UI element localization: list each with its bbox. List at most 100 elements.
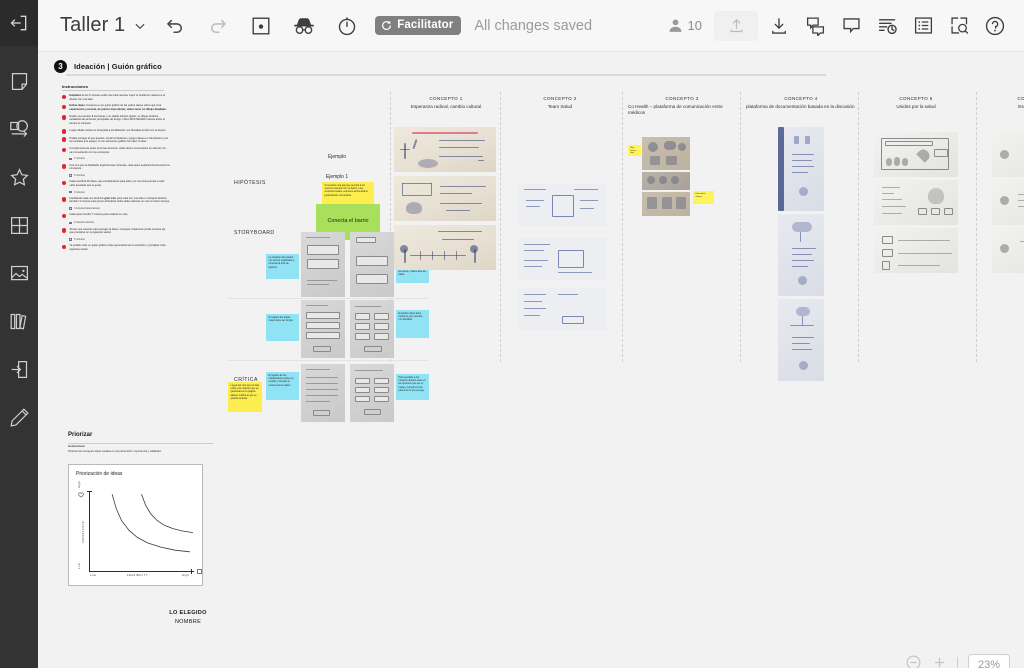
column-separator — [740, 92, 741, 362]
example-column-label: Ejemplo — [327, 154, 347, 160]
redo-icon[interactable] — [203, 11, 233, 41]
sticky-note-yellow[interactable]: Falta definir alcance — [693, 191, 714, 204]
concept-number: CONCEPTO 4 — [784, 96, 818, 101]
concept-photo[interactable] — [394, 176, 496, 221]
row-label-storyboard: STORYBOARD — [234, 230, 275, 236]
back-button[interactable] — [0, 0, 38, 46]
storyboard-photo[interactable] — [350, 300, 394, 358]
concept-photo[interactable] — [518, 288, 606, 330]
facilitator-badge[interactable]: Facilitator — [375, 16, 462, 35]
sticky-note-yellow[interactable]: Muy buena idea — [628, 145, 641, 156]
chart-series-curve-2 — [141, 494, 194, 533]
share-button[interactable] — [714, 10, 758, 41]
concept-photo[interactable] — [874, 180, 958, 225]
prioritization-chart[interactable]: Priorización de ideas High Low IMPORTANC… — [68, 464, 203, 586]
select-dot-icon[interactable] — [246, 11, 276, 41]
prioritize-instructions-heading: Instrucciones — [68, 445, 85, 448]
save-status: All changes saved — [474, 17, 593, 34]
chart-curves — [111, 494, 194, 553]
instruction-duration: 3 minutos efectivo — [62, 221, 170, 224]
sticky-note-blue[interactable]: Para ayudarle a los usuarios debería est… — [396, 374, 429, 400]
column-separator — [390, 92, 391, 362]
concept-photo[interactable] — [992, 228, 1024, 273]
concept-photo[interactable] — [518, 184, 606, 226]
expand-icon — [197, 569, 202, 574]
concept-photo[interactable] — [394, 127, 496, 172]
sticky-note-blue[interactable]: El adulto mayor debe indicar lo que nece… — [396, 310, 429, 338]
concept-photo[interactable] — [642, 137, 690, 170]
instruction-text: Luego añade anotar en fotografía a la ha… — [69, 128, 167, 132]
instruction-text: Complementa de quien tomó las acciones, … — [69, 147, 166, 154]
member-count[interactable]: 10 — [667, 17, 702, 34]
concept-photo[interactable] — [642, 192, 690, 216]
timer-box-icon — [69, 221, 72, 225]
concept-photo[interactable] — [394, 225, 496, 270]
bullet-icon — [62, 104, 67, 110]
chat-bubbles-icon[interactable] — [800, 11, 830, 41]
storyboard-photo[interactable] — [350, 232, 394, 297]
library-icon[interactable] — [6, 308, 32, 334]
concept-photo[interactable] — [874, 228, 958, 273]
sticky-hypothesis[interactable]: Si creamos una app que permita a los vec… — [322, 182, 374, 206]
example-title: Ejemplo 1 — [325, 174, 349, 180]
concept-header: CONCEPTO 3 Co Health – plataforma de com… — [628, 96, 736, 116]
concept-photo[interactable] — [874, 132, 958, 177]
undo-icon[interactable] — [160, 11, 190, 41]
chosen-label: LO ELEGIDO — [169, 610, 207, 616]
sticky-note-yellow[interactable]: Luego del voto con un lista sobre a la v… — [228, 382, 262, 412]
outline-list-icon[interactable] — [908, 11, 938, 41]
member-count-value: 10 — [687, 18, 702, 33]
mural-title[interactable]: Taller 1 — [60, 14, 125, 37]
storyboard-photo[interactable] — [301, 300, 345, 358]
concept-photo[interactable] — [518, 238, 606, 280]
comment-icon[interactable] — [836, 11, 866, 41]
download-icon[interactable] — [764, 11, 794, 41]
concept-photo[interactable] — [778, 214, 824, 296]
bullet-icon — [62, 115, 67, 120]
instruction-duration: 3 minutos — [62, 157, 170, 160]
frame-grid-icon[interactable] — [6, 212, 32, 238]
zoom-in-icon[interactable] — [932, 655, 947, 668]
sticky-note-icon[interactable] — [6, 68, 32, 94]
storyboard-photo[interactable] — [350, 364, 394, 422]
instruction-item: Extrae ideas: Creamos en un guión gráfic… — [62, 104, 170, 111]
import-file-icon[interactable] — [6, 356, 32, 382]
concept-subtitle: Unidos por la salud — [896, 104, 936, 109]
zoom-out-icon[interactable] — [905, 654, 922, 668]
sticky-note-blue[interactable]: El registro de los colaboradores debe se… — [266, 372, 299, 400]
timer-icon[interactable] — [332, 11, 362, 41]
star-icon[interactable] — [6, 164, 32, 190]
concept-header: CONCEPTO 1 Esperanza radical, cambio cul… — [394, 96, 498, 110]
concept-subtitle: Co Health – plataforma de comunicación e… — [628, 104, 723, 116]
x-tick-low: Low — [90, 574, 97, 577]
sticky-note-blue[interactable]: La creación del usuario con puntos regis… — [266, 254, 299, 279]
concept-photo[interactable] — [992, 132, 1024, 177]
chosen-name: NOMBRE — [174, 619, 202, 625]
image-icon[interactable] — [6, 260, 32, 286]
storyboard-photo[interactable] — [301, 364, 345, 422]
instruction-text: Divide una reunión 8 secciones y un rápi… — [69, 114, 165, 125]
pen-icon[interactable] — [6, 404, 32, 430]
concept-photo[interactable] — [992, 180, 1024, 225]
back-icon[interactable] — [6, 10, 32, 36]
activity-log-icon[interactable] — [872, 11, 902, 41]
help-icon[interactable] — [980, 11, 1010, 41]
incognito-icon[interactable] — [289, 11, 319, 41]
instruction-item: Podéis escoger el que queréis; contar la… — [62, 137, 170, 144]
concept-photo[interactable] — [778, 299, 824, 381]
prioritize-title: Priorizar — [68, 432, 93, 438]
zoom-level-button[interactable]: 23% — [967, 654, 1010, 668]
find-icon[interactable] — [944, 11, 974, 41]
sticky-note-blue[interactable]: El registro del adulto mayor debe ser si… — [266, 314, 299, 341]
instruction-duration: 5 minutos — [62, 174, 170, 177]
instructions-heading: Instrucciones — [62, 84, 89, 89]
storyboard-photo[interactable] — [301, 232, 345, 297]
bullet-icon — [62, 228, 67, 233]
chevron-down-icon[interactable] — [133, 19, 147, 33]
chosen-block: LO ELEGIDO NOMBRE — [148, 610, 228, 625]
concept-photo[interactable] — [778, 127, 824, 211]
y-tick-low: Low — [78, 562, 81, 569]
concept-photo[interactable] — [642, 172, 690, 190]
shapes-connector-icon[interactable] — [6, 116, 32, 142]
board-canvas[interactable]: 3 Ideación | Guión gráfico Instrucciones… — [38, 52, 1024, 668]
